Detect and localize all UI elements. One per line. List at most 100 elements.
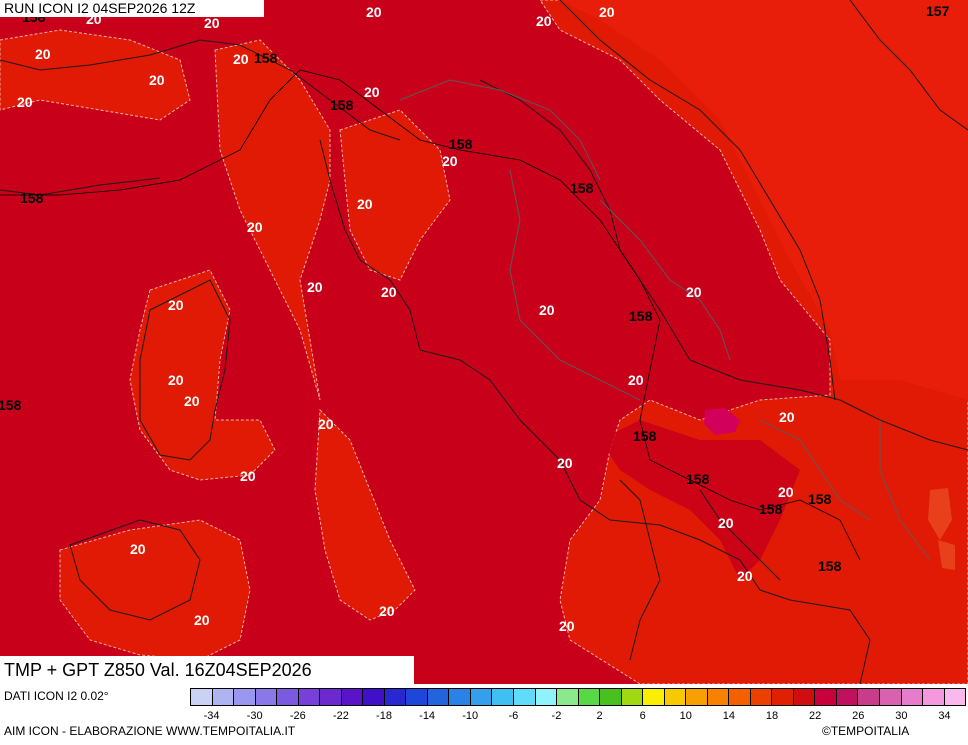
legend-swatch xyxy=(277,689,299,705)
legend-swatch xyxy=(664,689,687,705)
isotherm-label: 20 xyxy=(184,393,200,409)
legend-swatch xyxy=(427,689,450,705)
isotherm-label: 20 xyxy=(539,302,555,318)
isotherm-label: 20 xyxy=(194,612,210,628)
copyright: ©TEMPOITALIA xyxy=(822,724,910,738)
legend-tick-label: -6 xyxy=(508,710,519,722)
isotherm-label: 20 xyxy=(318,416,334,432)
isotherm-label: 20 xyxy=(559,618,575,634)
legend-swatch xyxy=(578,689,601,705)
legend-tick-label: -26 xyxy=(289,710,306,722)
legend-swatch xyxy=(449,689,471,705)
geopotential-label: 158 xyxy=(818,558,842,574)
isotherm-label: 20 xyxy=(204,15,220,31)
isotherm-label: 20 xyxy=(247,219,263,235)
legend-swatch xyxy=(513,689,536,705)
isotherm-label: 20 xyxy=(149,72,165,88)
geopotential-label: 158 xyxy=(633,428,657,444)
legend-swatch xyxy=(535,689,558,705)
legend-swatch xyxy=(643,689,665,705)
run-label: RUN ICON I2 04SEP2026 12Z xyxy=(0,0,264,17)
legend-tick-label: -18 xyxy=(376,710,392,722)
geopotential-label: 158 xyxy=(20,190,44,206)
legend-tick-label: -34 xyxy=(203,710,220,722)
legend-swatch xyxy=(815,689,837,705)
legend-swatch xyxy=(298,689,321,705)
isotherm-label: 20 xyxy=(599,4,615,20)
isotherm-label: 20 xyxy=(357,196,373,212)
legend-swatch xyxy=(341,689,364,705)
isotherm-label: 20 xyxy=(779,409,795,425)
legend-swatch xyxy=(492,689,514,705)
legend-tick-label: -22 xyxy=(332,710,349,722)
legend-tick-label: -14 xyxy=(419,710,436,722)
legend-swatch xyxy=(255,689,278,705)
color-scale-ticks: -34 -30 -26 -22 -18 -14 -10 -6 -2 2 6 10 14 18 22 26 30 3… xyxy=(190,710,966,724)
elaboration-credit: AIM ICON - ELABORAZIONE WWW.TEMPOITALIA.… xyxy=(4,724,296,738)
legend-swatch xyxy=(923,689,945,705)
geopotential-label: 158 xyxy=(0,397,22,413)
legend-swatch xyxy=(901,689,924,705)
isotherm-label: 20 xyxy=(364,84,380,100)
geopotential-label: 157 xyxy=(926,3,950,19)
isotherm-label: 20 xyxy=(168,372,184,388)
legend-tick-label: -10 xyxy=(462,710,479,722)
legend-swatch xyxy=(234,689,256,705)
legend-tick-label: 26 xyxy=(852,710,865,722)
legend-swatch xyxy=(363,689,385,705)
legend-tick-label: 34 xyxy=(938,710,951,722)
geopotential-label: 158 xyxy=(629,308,653,324)
isotherm-label: 20 xyxy=(17,94,33,110)
legend-swatch xyxy=(470,689,493,705)
isotherm-label: 20 xyxy=(35,46,51,62)
legend-swatch xyxy=(212,689,235,705)
geopotential-label: 158 xyxy=(570,180,594,196)
geopotential-label: 158 xyxy=(808,491,832,507)
isotherm-label: 20 xyxy=(442,153,458,169)
legend-tick-label: 10 xyxy=(679,710,692,722)
legend-swatch xyxy=(384,689,407,705)
data-source: DATI ICON I2 0.02° xyxy=(4,689,109,703)
isotherm-label: 20 xyxy=(379,603,395,619)
geopotential-label: 158 xyxy=(330,97,354,113)
isotherm-label: 20 xyxy=(130,541,146,557)
legend-swatch xyxy=(750,689,773,705)
legend-tick-label: 6 xyxy=(639,710,646,722)
legend-swatch xyxy=(836,689,859,705)
isotherm-label: 20 xyxy=(233,51,249,67)
map-title: TMP + GPT Z850 Val. 16Z04SEP2026 xyxy=(0,656,414,684)
legend-swatch xyxy=(600,689,622,705)
isotherm-label: 20 xyxy=(718,515,734,531)
isotherm-label: 20 xyxy=(381,284,397,300)
legend-swatch xyxy=(729,689,751,705)
legend-swatch xyxy=(707,689,730,705)
legend-tick-label: 2 xyxy=(596,710,603,722)
legend-swatch xyxy=(944,689,966,705)
legend-swatch xyxy=(621,689,644,705)
isotherm-label: 20 xyxy=(307,279,323,295)
isotherm-label: 20 xyxy=(366,4,382,20)
legend-tick-label: 30 xyxy=(895,710,908,722)
isotherm-label: 20 xyxy=(536,13,552,29)
legend-tick-label: -2 xyxy=(551,710,562,722)
legend-swatch xyxy=(320,689,342,705)
isotherm-label: 20 xyxy=(628,372,644,388)
legend-tick-label: 14 xyxy=(722,710,735,722)
legend-swatch xyxy=(858,689,880,705)
legend-swatch xyxy=(793,689,816,705)
color-scale xyxy=(190,688,966,706)
legend-swatch xyxy=(772,689,794,705)
isotherm-label: 20 xyxy=(778,484,794,500)
legend-swatch xyxy=(880,689,902,705)
isotherm-label: 20 xyxy=(557,455,573,471)
isotherm-label: 20 xyxy=(686,284,702,300)
legend-tick-label: 18 xyxy=(765,710,779,722)
legend-swatch xyxy=(191,689,213,705)
geopotential-label: 158 xyxy=(759,501,783,517)
legend-swatch xyxy=(406,689,428,705)
temperature-map: 20 20 20 20 20 20 20 20 20 20 20 20 20 2… xyxy=(0,0,968,684)
isotherm-label: 20 xyxy=(737,568,753,584)
legend-swatch xyxy=(557,689,579,705)
legend-tick-label: -30 xyxy=(246,710,263,722)
geopotential-label: 158 xyxy=(449,136,473,152)
